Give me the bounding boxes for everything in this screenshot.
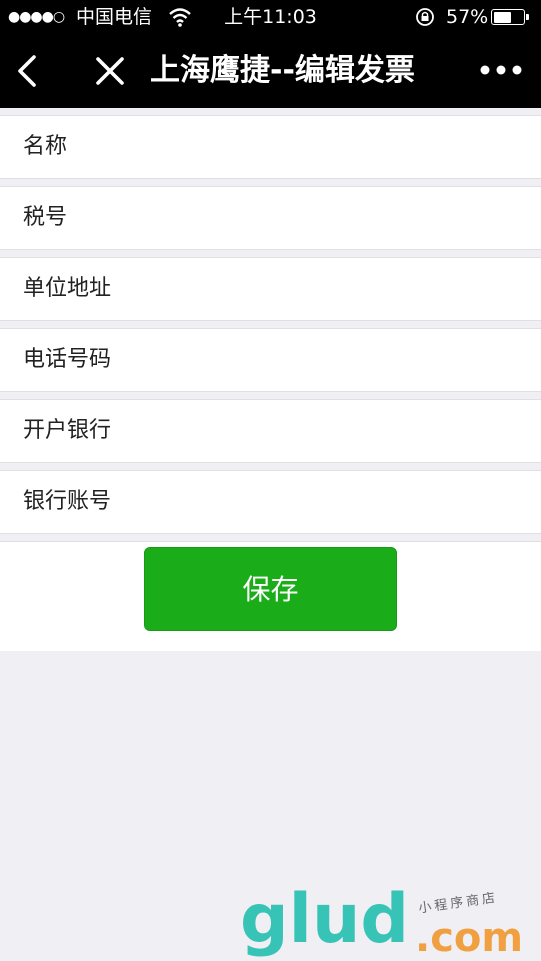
status-bar: ●●●●○ 中国电信 上午11:03 57% <box>0 0 541 34</box>
watermark-tagline: 小程序商店 <box>417 890 499 917</box>
watermark-brand: glud <box>240 880 410 959</box>
name-input[interactable] <box>150 126 524 170</box>
field-label-phone: 电话号码 <box>23 347 112 372</box>
field-tax-number[interactable]: 税号 <box>0 187 541 250</box>
page-title: 上海鹰捷--编辑发票 <box>150 53 415 88</box>
nav-bar: 上海鹰捷--编辑发票 <box>0 34 541 108</box>
invoice-form: 名称 税号 单位地址 电话号码 开户银行 银行账号 保存 <box>0 108 541 651</box>
watermark-suffix: .com <box>415 915 524 961</box>
field-address[interactable]: 单位地址 <box>0 258 541 321</box>
tax-number-input[interactable] <box>150 197 524 241</box>
field-bank[interactable]: 开户银行 <box>0 400 541 463</box>
battery-percent: 57% <box>446 6 489 28</box>
phone-input[interactable] <box>150 339 524 383</box>
close-icon[interactable] <box>93 54 127 88</box>
bank-input[interactable] <box>150 410 524 454</box>
more-options-icon[interactable] <box>478 62 524 78</box>
save-button[interactable]: 保存 <box>144 547 397 631</box>
field-phone[interactable]: 电话号码 <box>0 329 541 392</box>
address-input[interactable] <box>150 268 524 312</box>
field-label-name: 名称 <box>23 134 68 159</box>
field-name[interactable]: 名称 <box>0 116 541 179</box>
field-label-bank-account: 银行账号 <box>23 489 112 514</box>
bank-account-input[interactable] <box>150 481 524 525</box>
watermark-logo: glud .com 小程序商店 <box>240 880 540 960</box>
field-label-address: 单位地址 <box>23 276 112 301</box>
field-label-tax-number: 税号 <box>23 205 68 230</box>
save-area: 保存 <box>0 542 541 651</box>
field-bank-account[interactable]: 银行账号 <box>0 471 541 534</box>
field-label-bank: 开户银行 <box>23 418 112 443</box>
battery-icon <box>491 9 529 25</box>
rotation-lock-icon <box>414 2 436 36</box>
back-arrow-icon[interactable] <box>10 52 44 90</box>
